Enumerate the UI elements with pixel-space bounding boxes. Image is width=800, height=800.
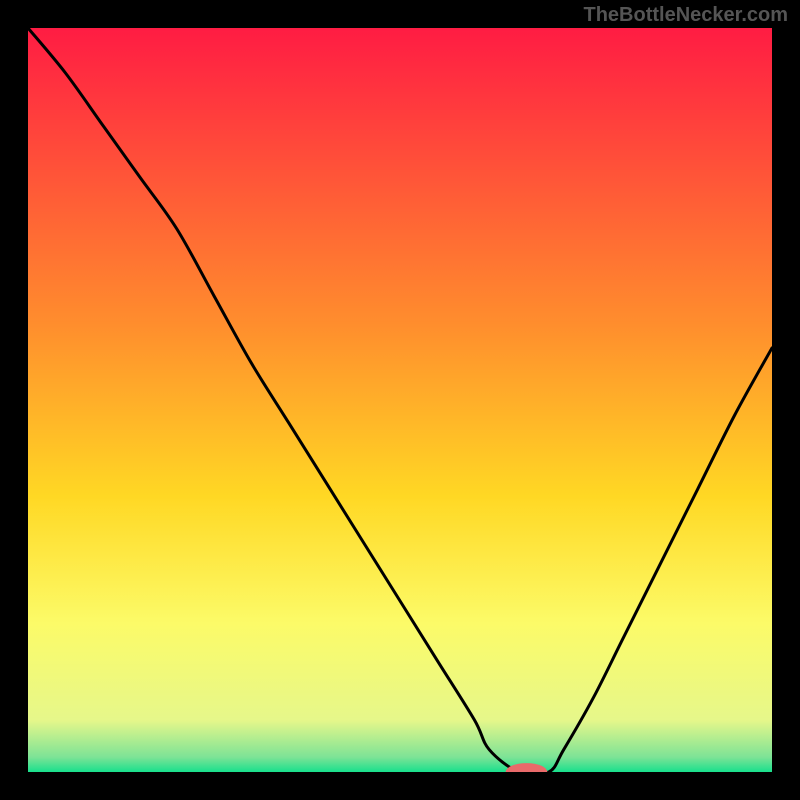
chart-svg [28,28,772,772]
chart-plot-area [28,28,772,772]
chart-background [28,28,772,772]
watermark-text: TheBottleNecker.com [583,4,788,27]
